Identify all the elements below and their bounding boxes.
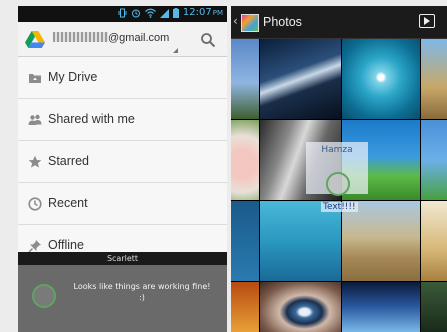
photo-tile[interactable] [260, 201, 341, 281]
search-icon[interactable] [200, 32, 216, 48]
photos-title: Photos [263, 15, 302, 29]
menu-item-label: Starred [48, 154, 89, 168]
drive-screen: 12:07PM @gmail.com My Drive Shared with … [18, 6, 227, 332]
toast-message-text: Looks like things are working fine! :) [73, 282, 211, 302]
photo-tile[interactable] [421, 201, 447, 281]
overlay-ring-icon [326, 172, 350, 196]
account-email-suffix: @gmail.com [108, 32, 170, 44]
photo-tile[interactable] [260, 39, 341, 119]
photo-tile[interactable] [231, 201, 259, 281]
photo-tile[interactable] [231, 120, 259, 200]
account-switcher[interactable]: @gmail.com [53, 32, 169, 44]
photos-action-bar: ‹ Photos [231, 6, 447, 39]
clock-icon [28, 197, 42, 211]
drive-nav-menu: My Drive Shared with me Starred Recent O… [18, 57, 227, 267]
menu-item-label: Shared with me [48, 112, 135, 126]
menu-item-starred[interactable]: Starred [18, 141, 227, 183]
photo-tile[interactable] [231, 282, 259, 332]
status-bar: 12:07PM [18, 6, 227, 22]
wifi-icon [145, 8, 156, 18]
status-ampm: PM [212, 9, 223, 17]
menu-item-label: Offline [48, 238, 84, 252]
overlay-name: Hamza [321, 145, 353, 155]
account-dropdown-icon[interactable] [173, 48, 178, 53]
status-icons: 12:07PM [118, 7, 223, 18]
photo-tile[interactable] [421, 282, 447, 332]
menu-item-recent[interactable]: Recent [18, 183, 227, 225]
pin-icon [28, 240, 41, 253]
photos-screen: ‹ Photos Hamza Text!!!! [231, 6, 447, 332]
menu-item-label: Recent [48, 196, 88, 210]
alarm-icon [131, 9, 140, 17]
photos-app-icon[interactable] [241, 14, 259, 32]
photo-tile[interactable] [342, 282, 420, 332]
battery-icon [172, 7, 179, 18]
star-icon [28, 155, 42, 168]
photo-tile[interactable] [421, 120, 447, 200]
photo-grid: Hamza Text!!!! [231, 39, 447, 332]
photo-tile[interactable] [342, 39, 420, 119]
account-name-redacted [53, 32, 108, 42]
vibrate-icon [118, 8, 127, 17]
folder-icon [29, 74, 41, 83]
toast-message: Looks like things are working fine! :) [62, 281, 222, 303]
toast-notification: Looks like things are working fine! :) [18, 265, 227, 332]
action-bar: @gmail.com [18, 22, 227, 57]
people-icon [28, 114, 42, 125]
toast-title: Scarlett [18, 252, 227, 265]
photo-tile[interactable] [260, 282, 341, 332]
menu-item-my-drive[interactable]: My Drive [18, 57, 227, 99]
photo-tile[interactable] [421, 39, 447, 119]
photo-tile[interactable] [231, 39, 259, 119]
status-time: 12:07 [182, 7, 212, 18]
drive-logo-icon[interactable] [25, 31, 45, 49]
signal-icon [159, 8, 169, 18]
menu-item-label: My Drive [48, 70, 98, 84]
menu-item-shared-with-me[interactable]: Shared with me [18, 99, 227, 141]
toast-status-ring-icon [32, 284, 56, 308]
overlay-text: Text!!!! [321, 202, 358, 212]
photo-tile[interactable] [342, 201, 420, 281]
slideshow-play-icon[interactable] [419, 14, 435, 28]
back-chevron-icon[interactable]: ‹ [233, 14, 238, 28]
